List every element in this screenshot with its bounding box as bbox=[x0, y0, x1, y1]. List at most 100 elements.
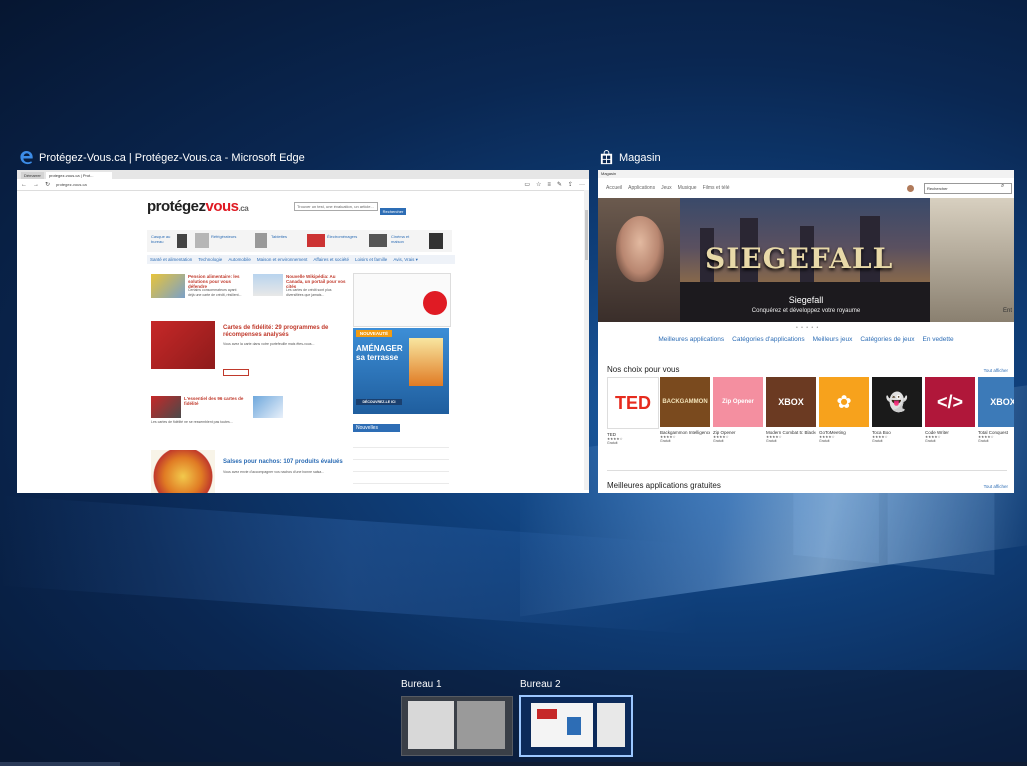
mini-content bbox=[537, 709, 557, 719]
app-tile[interactable]: TED TED ★★★★☆ Gratuit bbox=[607, 377, 659, 445]
nav-item[interactable]: Loisirs et famille bbox=[355, 257, 387, 262]
article-title-featured[interactable]: Salses pour nachos: 107 produits évalués bbox=[223, 459, 347, 466]
app-tile-price: Gratuit bbox=[978, 439, 989, 443]
app-tile-price: Gratuit bbox=[713, 439, 724, 443]
hero-banner[interactable]: SIEGEFALL Siegefall Conquérez et dévelop… bbox=[598, 198, 1014, 322]
read-more-button[interactable] bbox=[223, 369, 249, 376]
article-text: Vous avez la carte dans votre portefeuil… bbox=[223, 342, 315, 346]
taskbar-highlight bbox=[0, 762, 120, 766]
share-icon[interactable]: ⇪ bbox=[568, 181, 573, 188]
app-tile-image: BACKGAMMON bbox=[660, 377, 710, 427]
promo-item[interactable]: Cinéma et maison bbox=[391, 234, 423, 244]
hub-icon[interactable]: ≡ bbox=[547, 182, 551, 188]
store-title-bar: Magasin bbox=[598, 170, 1014, 178]
app-tiles: TED TED ★★★★☆ Gratuit BACKGAMMON Backgammon I… bbox=[607, 377, 1014, 445]
app-tile[interactable]: XBOXModern Combat 5: Blackout★★★★☆Gratui… bbox=[766, 377, 816, 445]
section-title: Nos choix pour vous bbox=[607, 365, 680, 374]
web-note-icon[interactable]: ✎ bbox=[557, 181, 562, 188]
category-link[interactable]: Catégories d'applications bbox=[732, 336, 804, 343]
site-search-button[interactable]: Rechercher bbox=[380, 208, 406, 215]
edge-tab-strip: Démarrer protegez-vous.ca | Prot... bbox=[17, 170, 589, 179]
desktop-2-thumbnail[interactable] bbox=[519, 695, 633, 757]
store-window-caption[interactable]: Magasin bbox=[599, 150, 661, 165]
nav-item[interactable]: Santé et alimentation bbox=[150, 257, 192, 262]
promo-item[interactable]: Tablettes bbox=[271, 234, 301, 239]
app-tile-price: Gratuit bbox=[872, 439, 883, 443]
nav-item[interactable]: Technologie bbox=[198, 257, 222, 262]
article-title-featured[interactable]: Cartes de fidélité: 29 programmes de réc… bbox=[223, 325, 347, 339]
edge-tab-active[interactable]: protegez-vous.ca | Prot... bbox=[45, 172, 112, 179]
store-categories: Meilleures applications Catégories d'app… bbox=[598, 336, 1014, 343]
category-link[interactable]: En vedette bbox=[923, 336, 954, 343]
more-icon[interactable]: ··· bbox=[579, 182, 585, 188]
app-tile[interactable]: 👻 Toca Boo ★★★★☆ Gratuit bbox=[872, 377, 922, 445]
app-tile[interactable]: ✿ GoToMeeting ★★★★☆ Gratuit bbox=[819, 377, 869, 445]
category-link[interactable]: Meilleurs jeux bbox=[813, 336, 853, 343]
hero-subtitle: Conquérez et développez votre royaume bbox=[751, 308, 861, 314]
edge-window-caption[interactable]: Protégez-Vous.ca | Protégez-Vous.ca - Mi… bbox=[19, 150, 305, 165]
store-nav-item[interactable]: Musique bbox=[678, 185, 697, 191]
ad-cta-button[interactable]: DÉCOUVREZ-LE ICI bbox=[356, 399, 402, 405]
nav-item[interactable]: Automobile bbox=[228, 257, 251, 262]
promo-item[interactable]: Réfrigérateurs bbox=[211, 234, 241, 239]
section-show-all-link[interactable]: Tout afficher bbox=[984, 368, 1008, 373]
category-link[interactable]: Meilleures applications bbox=[658, 336, 724, 343]
promo-item[interactable]: Casque au bureau bbox=[151, 234, 177, 244]
mini-window bbox=[457, 701, 505, 749]
store-window-thumbnail[interactable]: Magasin Accueil Applications Jeux Musiqu… bbox=[598, 170, 1014, 493]
edge-scrollbar[interactable] bbox=[584, 190, 589, 490]
desktop-label: Bureau 1 bbox=[401, 679, 442, 690]
desktop-1-thumbnail[interactable] bbox=[401, 696, 513, 756]
article-title[interactable]: L'essentiel des 96 cartes de fidélité bbox=[184, 396, 244, 406]
reading-view-icon[interactable]: ▭ bbox=[524, 181, 530, 188]
site-logo[interactable]: protégezvous.ca bbox=[147, 198, 249, 215]
logo-suffix: .ca bbox=[238, 204, 249, 213]
article-image-nachos bbox=[151, 450, 215, 493]
logo-part: vous bbox=[205, 198, 240, 215]
store-nav-item[interactable]: Films et télé bbox=[703, 185, 730, 191]
section-title: Meilleures applications gratuites bbox=[607, 481, 721, 490]
article-image bbox=[253, 274, 283, 296]
edge-tab[interactable]: Démarrer bbox=[21, 172, 44, 179]
forward-icon[interactable]: → bbox=[33, 182, 39, 188]
hero-title: Siegefall bbox=[788, 295, 824, 305]
back-icon[interactable]: ← bbox=[21, 182, 27, 188]
nav-item[interactable]: Affaires et société bbox=[313, 257, 349, 262]
article-title[interactable]: Pension alimentaire: les solutions pour … bbox=[188, 274, 244, 289]
app-tile[interactable]: XBOX Total Conquest ★★★★☆ Gratuit bbox=[978, 377, 1014, 445]
article-image-cards bbox=[151, 321, 215, 369]
section-show-all-link[interactable]: Tout afficher bbox=[984, 484, 1008, 489]
app-tile[interactable]: </> Code Writer ★★★★☆ Gratuit bbox=[925, 377, 975, 445]
store-nav-item[interactable]: Accueil bbox=[606, 185, 622, 191]
article-image bbox=[151, 274, 185, 298]
subscribe-badge[interactable] bbox=[423, 291, 447, 315]
site-search-input[interactable]: Trouver un test, une évaluation, un arti… bbox=[294, 202, 378, 211]
store-search-input[interactable]: Rechercher bbox=[924, 183, 1012, 194]
mini-content bbox=[567, 717, 581, 735]
nav-item[interactable]: Avis, Vrais ▾ bbox=[393, 257, 418, 263]
edge-window-thumbnail[interactable]: Démarrer protegez-vous.ca | Prot... ← → … bbox=[17, 170, 589, 493]
app-tile[interactable]: BACKGAMMON Backgammon Intelligence ★★★★☆ Gr… bbox=[660, 377, 710, 445]
app-tile-image: Zip Opener bbox=[713, 377, 763, 427]
store-window-title: Magasin bbox=[619, 151, 661, 164]
app-tile[interactable]: Zip Opener Zip Opener ★★★★☆ Gratuit bbox=[713, 377, 763, 445]
store-nav-item[interactable]: Jeux bbox=[661, 185, 672, 191]
search-icon[interactable]: ⌕ bbox=[1001, 183, 1004, 190]
favorite-star-icon[interactable]: ☆ bbox=[536, 181, 541, 188]
scroll-thumb[interactable] bbox=[585, 210, 588, 260]
article-text: Vous avez envie d'accompagner vos nachos… bbox=[223, 470, 325, 474]
edge-url-field[interactable]: protegez-vous.ca bbox=[56, 182, 518, 187]
refresh-icon[interactable]: ↻ bbox=[45, 181, 50, 188]
avatar[interactable] bbox=[907, 185, 914, 192]
carousel-dots[interactable]: • • • • • bbox=[796, 325, 819, 331]
promo-item[interactable]: Électroménagers bbox=[327, 234, 363, 239]
promo-image bbox=[195, 233, 209, 248]
category-link[interactable]: Catégories de jeux bbox=[860, 336, 914, 343]
news-header: Nouvelles bbox=[353, 424, 400, 432]
ad-badge: NOUVEAUTÉ bbox=[356, 330, 392, 337]
store-nav-item[interactable]: Applications bbox=[628, 185, 655, 191]
nav-item[interactable]: Maison et environnement bbox=[257, 257, 308, 262]
promo-image bbox=[307, 234, 325, 247]
article-title[interactable]: Nouvelle Wikipédia: Au Canada, un portai… bbox=[286, 274, 346, 289]
mini-window bbox=[408, 701, 454, 749]
